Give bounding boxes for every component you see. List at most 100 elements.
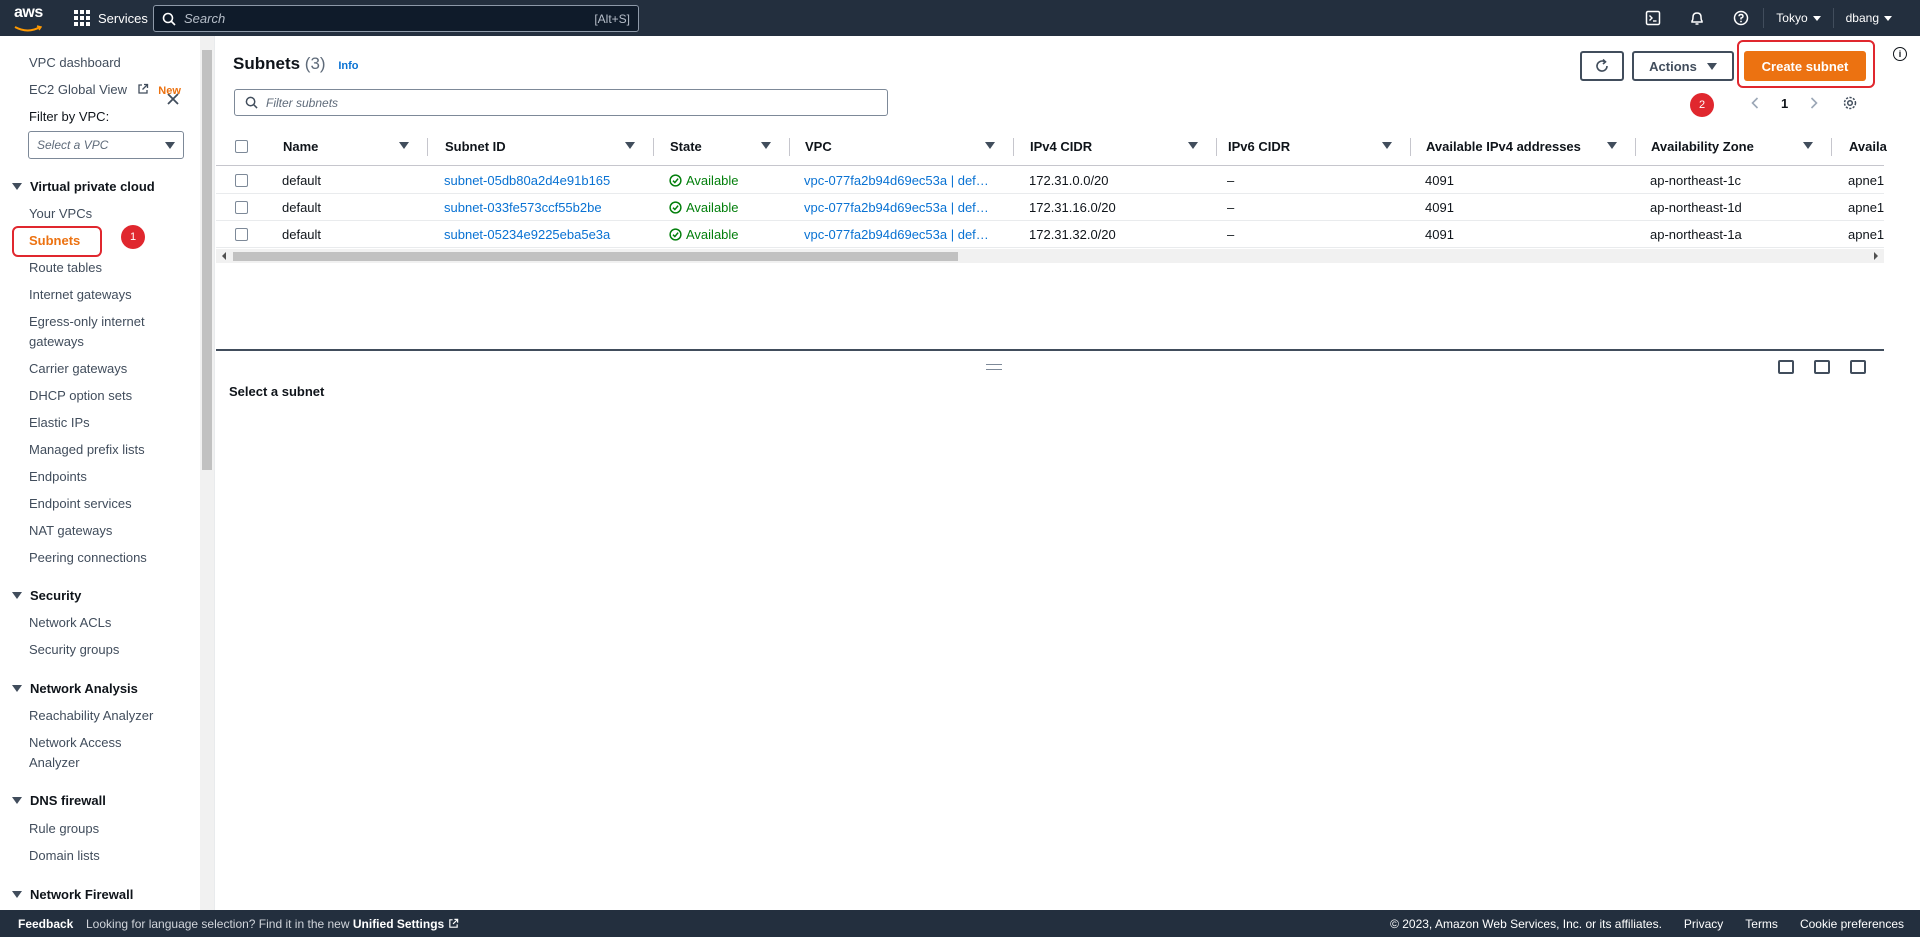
sort-icon[interactable] <box>1607 142 1617 149</box>
column-header-available-ipv4[interactable]: Available IPv4 addresses <box>1426 139 1581 154</box>
settings-gear-icon[interactable] <box>1842 95 1858 111</box>
feedback-link[interactable]: Feedback <box>18 917 73 931</box>
column-divider[interactable] <box>1013 138 1014 156</box>
sort-icon[interactable] <box>1188 142 1198 149</box>
drag-handle-icon[interactable] <box>986 364 1002 370</box>
sidebar-item-endpoint-services[interactable]: Endpoint services <box>29 494 132 514</box>
account-menu[interactable]: dbang <box>1832 8 1904 28</box>
cloudshell-button[interactable] <box>1631 0 1675 36</box>
sidebar-item-peering-connections[interactable]: Peering connections <box>29 548 147 568</box>
sidebar-item-endpoints[interactable]: Endpoints <box>29 467 87 487</box>
column-divider[interactable] <box>1216 138 1217 156</box>
table-row[interactable]: default subnet-033fe573ccf55b2be Availab… <box>216 194 1884 221</box>
column-divider[interactable] <box>653 138 654 156</box>
notifications-button[interactable] <box>1675 0 1719 36</box>
column-header-availability-zone-id[interactable]: Availa <box>1849 139 1887 154</box>
vpc-filter-select[interactable]: Select a VPC <box>28 131 184 159</box>
sort-icon[interactable] <box>985 142 995 149</box>
filter-subnets-input[interactable]: Filter subnets <box>234 89 888 116</box>
info-panel-icon[interactable]: i <box>1893 47 1907 61</box>
cell-subnet-id-link[interactable]: subnet-05db80a2d4e91b165 <box>444 173 610 188</box>
global-search-input[interactable]: Search [Alt+S] <box>153 5 639 32</box>
sort-icon[interactable] <box>399 142 409 149</box>
row-checkbox[interactable] <box>235 201 248 214</box>
split-panel-divider[interactable] <box>216 349 1884 351</box>
sidebar-item-rule-groups[interactable]: Rule groups <box>29 819 99 839</box>
sidebar-item-vpc-dashboard[interactable]: VPC dashboard <box>29 53 121 73</box>
section-security[interactable]: Security <box>12 588 81 603</box>
table-row[interactable]: default subnet-05234e9225eba5e3a Availab… <box>216 221 1884 248</box>
sidebar-item-elastic-ips[interactable]: Elastic IPs <box>29 413 90 433</box>
column-divider[interactable] <box>1635 138 1636 156</box>
cell-vpc-link[interactable]: vpc-077fa2b94d69ec53a | def… <box>804 200 989 215</box>
column-header-state[interactable]: State <box>670 139 702 154</box>
sidebar-item-internet-gateways[interactable]: Internet gateways <box>29 285 132 305</box>
chevron-right-icon[interactable] <box>1810 97 1818 109</box>
refresh-button[interactable] <box>1580 51 1624 81</box>
column-header-ipv4-cidr[interactable]: IPv4 CIDR <box>1030 139 1092 154</box>
sidebar-item-route-tables[interactable]: Route tables <box>29 258 102 278</box>
row-checkbox[interactable] <box>235 174 248 187</box>
page-title-text: Subnets <box>233 54 301 73</box>
panel-full-icon[interactable] <box>1850 360 1866 374</box>
sidebar-item-your-vpcs[interactable]: Your VPCs <box>29 204 92 224</box>
column-divider[interactable] <box>1831 138 1832 156</box>
terms-link[interactable]: Terms <box>1745 917 1778 931</box>
section-dns-firewall[interactable]: DNS firewall <box>12 793 106 808</box>
column-header-ipv6-cidr[interactable]: IPv6 CIDR <box>1228 139 1290 154</box>
sidebar-item-carrier-gateways[interactable]: Carrier gateways <box>29 359 127 379</box>
cell-subnet-id-link[interactable]: subnet-033fe573ccf55b2be <box>444 200 602 215</box>
unified-settings-link[interactable]: Unified Settings <box>353 917 444 931</box>
caret-down-icon <box>12 183 22 190</box>
privacy-link[interactable]: Privacy <box>1684 917 1723 931</box>
section-network-analysis[interactable]: Network Analysis <box>12 681 138 696</box>
column-header-availability-zone[interactable]: Availability Zone <box>1651 139 1754 154</box>
select-all-checkbox[interactable] <box>235 140 248 153</box>
help-button[interactable] <box>1719 0 1763 36</box>
services-menu-button[interactable]: Services <box>74 0 148 36</box>
sidebar-item-reachability-analyzer[interactable]: Reachability Analyzer <box>29 706 153 726</box>
sidebar-item-network-acls[interactable]: Network ACLs <box>29 613 111 633</box>
region-selector[interactable]: Tokyo <box>1763 8 1832 28</box>
section-virtual-private-cloud[interactable]: Virtual private cloud <box>12 179 155 194</box>
sidebar-item-nat-gateways[interactable]: NAT gateways <box>29 521 112 541</box>
table-scroll-thumb[interactable] <box>233 252 958 261</box>
column-divider[interactable] <box>789 138 790 156</box>
sidebar-item-dhcp-option-sets[interactable]: DHCP option sets <box>29 386 132 406</box>
table-horizontal-scrollbar[interactable] <box>216 249 1884 263</box>
sort-icon[interactable] <box>1382 142 1392 149</box>
aws-logo[interactable]: aws <box>14 4 48 32</box>
cell-vpc-link[interactable]: vpc-077fa2b94d69ec53a | def… <box>804 227 989 242</box>
table-row[interactable]: default subnet-05db80a2d4e91b165 Availab… <box>216 167 1884 194</box>
scroll-right-icon[interactable] <box>1872 251 1880 261</box>
sidebar-item-ec2-global-view[interactable]: EC2 Global View New <box>29 80 181 101</box>
sort-icon[interactable] <box>761 142 771 149</box>
cookie-preferences-link[interactable]: Cookie preferences <box>1800 917 1904 931</box>
sidebar-item-domain-lists[interactable]: Domain lists <box>29 846 100 866</box>
sort-icon[interactable] <box>625 142 635 149</box>
cell-vpc-link[interactable]: vpc-077fa2b94d69ec53a | def… <box>804 173 989 188</box>
aws-logo-text: aws <box>14 4 43 21</box>
sidebar-item-security-groups[interactable]: Security groups <box>29 640 119 660</box>
scroll-left-icon[interactable] <box>220 251 228 261</box>
column-header-subnet-id[interactable]: Subnet ID <box>445 139 506 154</box>
column-divider[interactable] <box>1410 138 1411 156</box>
sidebar-item-egress-only-internet-gateways[interactable]: Egress-only internet gateways <box>29 312 145 352</box>
sidebar-scroll-thumb[interactable] <box>202 50 212 470</box>
panel-bottom-icon[interactable] <box>1778 360 1794 374</box>
sidebar-item-managed-prefix-lists[interactable]: Managed prefix lists <box>29 440 145 460</box>
column-header-name[interactable]: Name <box>283 139 318 154</box>
sort-icon[interactable] <box>1803 142 1813 149</box>
column-divider[interactable] <box>427 138 428 156</box>
chevron-left-icon[interactable] <box>1751 97 1759 109</box>
section-network-firewall[interactable]: Network Firewall <box>12 887 133 902</box>
sidebar-item-network-access-analyzer[interactable]: Network Access Analyzer <box>29 733 121 773</box>
panel-side-icon[interactable] <box>1814 360 1830 374</box>
info-link[interactable]: Info <box>338 60 358 72</box>
actions-button[interactable]: Actions <box>1632 51 1734 81</box>
cell-subnet-id-link[interactable]: subnet-05234e9225eba5e3a <box>444 227 610 242</box>
row-checkbox[interactable] <box>235 228 248 241</box>
column-header-vpc[interactable]: VPC <box>805 139 832 154</box>
caret-down-icon <box>1884 15 1892 21</box>
page-number[interactable]: 1 <box>1781 96 1788 111</box>
